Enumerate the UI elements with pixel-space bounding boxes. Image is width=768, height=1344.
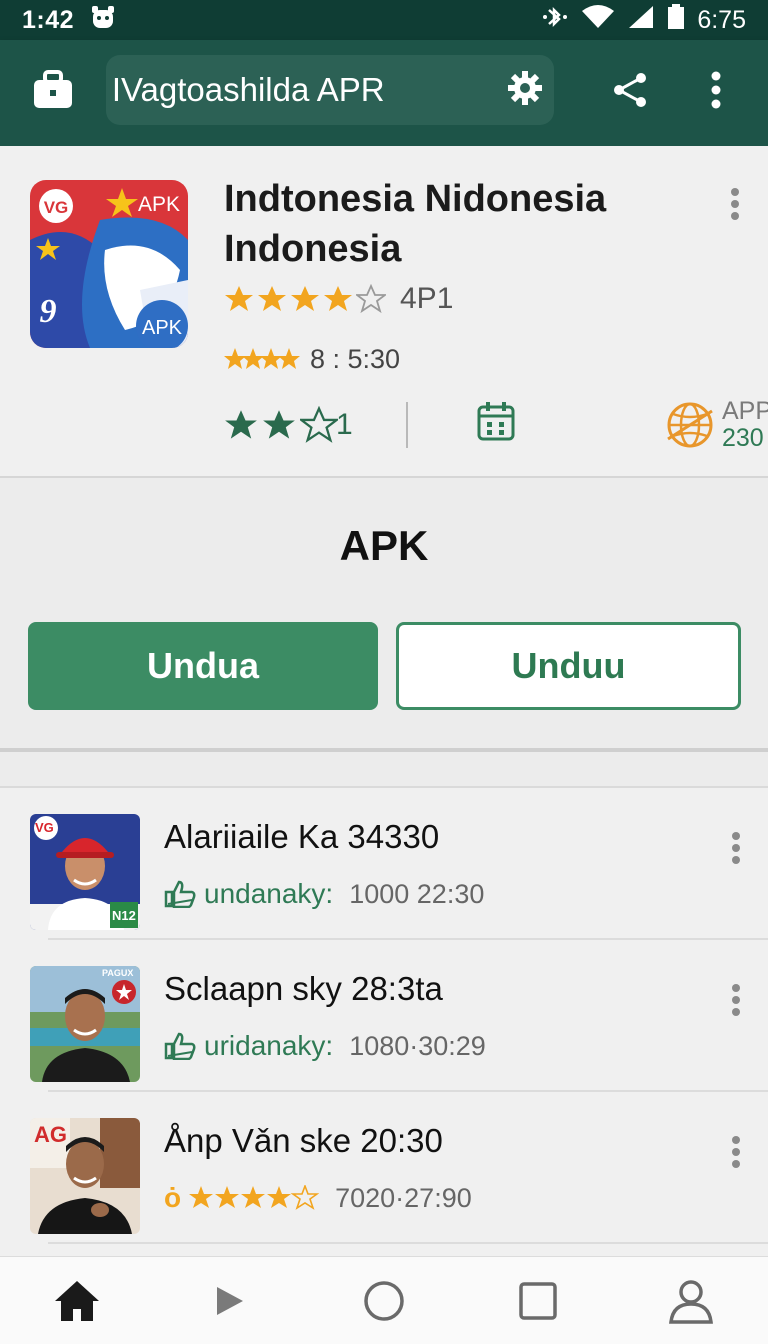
- list-thumbnail: AG: [30, 1118, 140, 1234]
- overflow-menu-icon[interactable]: [688, 62, 744, 118]
- recents-square-icon[interactable]: [498, 1266, 578, 1336]
- thumbs-up-icon: [164, 880, 196, 908]
- download-section: APK Undua Unduu: [0, 478, 768, 752]
- download-secondary-button[interactable]: Unduu: [396, 622, 741, 710]
- search-input[interactable]: IVagtoashilda APR: [112, 71, 507, 109]
- star-filled-icon: [225, 286, 253, 311]
- list-item-meta: undanaky: 1000 22:30: [164, 878, 484, 910]
- calendar-icon: [476, 400, 516, 447]
- list-item-title: Ånp Vǎn ske 20:30: [164, 1122, 443, 1159]
- star-green-filled-icon: [225, 410, 257, 439]
- signal-icon: [627, 5, 655, 36]
- list-item-menu-icon[interactable]: [726, 828, 746, 868]
- app-icon-label-number: 9: [40, 293, 57, 330]
- star-filled-icon: [324, 286, 352, 311]
- list-item-meta: uridanaky: 1080·30:29: [164, 1030, 486, 1062]
- profile-icon[interactable]: [651, 1266, 731, 1336]
- app-icon-label-corner: VG: [44, 198, 69, 217]
- app-header-card: APK VG APK 9 Indtonesia Nidonesia Indone…: [0, 146, 768, 478]
- list-item-stars: [189, 1185, 320, 1210]
- list-item-meta-label: uridanaky:: [204, 1030, 334, 1061]
- list-item[interactable]: AG Ånp Vǎn ske 20:30 ȯ 7020·27:90: [0, 1092, 768, 1244]
- thumb-badge-2: N12: [112, 908, 136, 923]
- battery-icon: [667, 3, 685, 37]
- list-item-title: Sclaapn sky 28:3ta: [164, 970, 443, 1007]
- list-item-title: Alariiaile Ka 34330: [164, 818, 440, 855]
- app-meta: APP 230: [664, 398, 768, 452]
- star-filled-icon: [258, 286, 286, 311]
- list-item[interactable]: PAGUX Sclaapn sky 28:3ta uridanaky: 1080…: [0, 940, 768, 1092]
- share-icon[interactable]: [602, 62, 658, 118]
- list-thumbnail: VG N12: [30, 814, 140, 930]
- list-item-meta-label: undanaky:: [204, 878, 334, 909]
- list-item-meta-value: 1080·30:29: [349, 1030, 486, 1061]
- status-right-text: 6:75: [697, 5, 746, 34]
- circle-home-icon[interactable]: [344, 1266, 424, 1336]
- list-thumbnail: PAGUX: [30, 966, 140, 1082]
- status-bar: 1:42 6:75: [0, 0, 768, 40]
- play-icon[interactable]: [190, 1266, 270, 1336]
- related-list: VG N12 Alariiaile Ka 34330 undanaky: 100…: [0, 786, 768, 1256]
- bottom-nav: [0, 1256, 768, 1344]
- list-item-meta: ȯ 7020·27:90: [164, 1182, 472, 1214]
- list-item-meta-prefix: ȯ: [164, 1182, 182, 1213]
- download-primary-button[interactable]: Undua: [28, 622, 378, 710]
- app-icon: APK VG APK 9: [30, 180, 188, 492]
- app-bar: IVagtoashilda APR: [0, 40, 768, 146]
- settings-gear-icon[interactable]: [506, 69, 544, 112]
- star-empty-icon: [356, 284, 386, 314]
- star-filled-icon: [291, 286, 319, 311]
- list-item-menu-icon[interactable]: [726, 1132, 746, 1172]
- review-stars: 1: [224, 406, 353, 444]
- app-icon-label-bottom: APK: [142, 317, 183, 339]
- sub-rating-value: 8 : 5:30: [310, 344, 401, 374]
- rating-stars: [224, 284, 386, 314]
- search-bar[interactable]: IVagtoashilda APR: [105, 55, 555, 125]
- star-green-outline-icon: [300, 406, 338, 443]
- download-heading: APK: [339, 522, 429, 569]
- thumbs-up-icon: [164, 1032, 196, 1060]
- app-meta-label: APP: [722, 397, 768, 425]
- app-info-row: 1 APP 230: [224, 398, 768, 454]
- store-bag-icon[interactable]: [24, 61, 82, 119]
- thumb-badge: VG: [35, 820, 54, 835]
- info-divider: [406, 402, 408, 448]
- app-menu-icon[interactable]: [725, 184, 745, 224]
- app-meta-value: 230: [722, 424, 764, 452]
- notification-icon: [90, 5, 116, 35]
- globe-icon: [667, 402, 713, 448]
- thumb-badge: PAGUX: [102, 968, 134, 978]
- rating-row: 4P1: [224, 282, 453, 316]
- app-title: Indtonesia Nidonesia Indonesia: [224, 178, 607, 270]
- app-icon-label-top: APK: [138, 193, 180, 216]
- small-stars-icon: [224, 347, 300, 369]
- review-count: 1: [336, 408, 353, 441]
- list-item-meta-value: 7020·27:90: [335, 1182, 472, 1213]
- sub-rating-row: 8 : 5:30: [224, 344, 400, 375]
- wifi-icon: [581, 4, 615, 36]
- home-icon[interactable]: [37, 1266, 117, 1336]
- list-item-menu-icon[interactable]: [726, 980, 746, 1020]
- list-item[interactable]: VG N12 Alariiaile Ka 34330 undanaky: 100…: [0, 788, 768, 940]
- list-item-meta-value: 1000 22:30: [349, 878, 485, 909]
- thumb-badge: AG: [34, 1122, 67, 1147]
- list-divider: [48, 1242, 768, 1244]
- bluetooth-icon: [541, 5, 569, 36]
- star-green-filled-icon: [263, 410, 295, 439]
- status-time: 1:42: [22, 5, 75, 34]
- rating-value: 4P1: [400, 282, 454, 315]
